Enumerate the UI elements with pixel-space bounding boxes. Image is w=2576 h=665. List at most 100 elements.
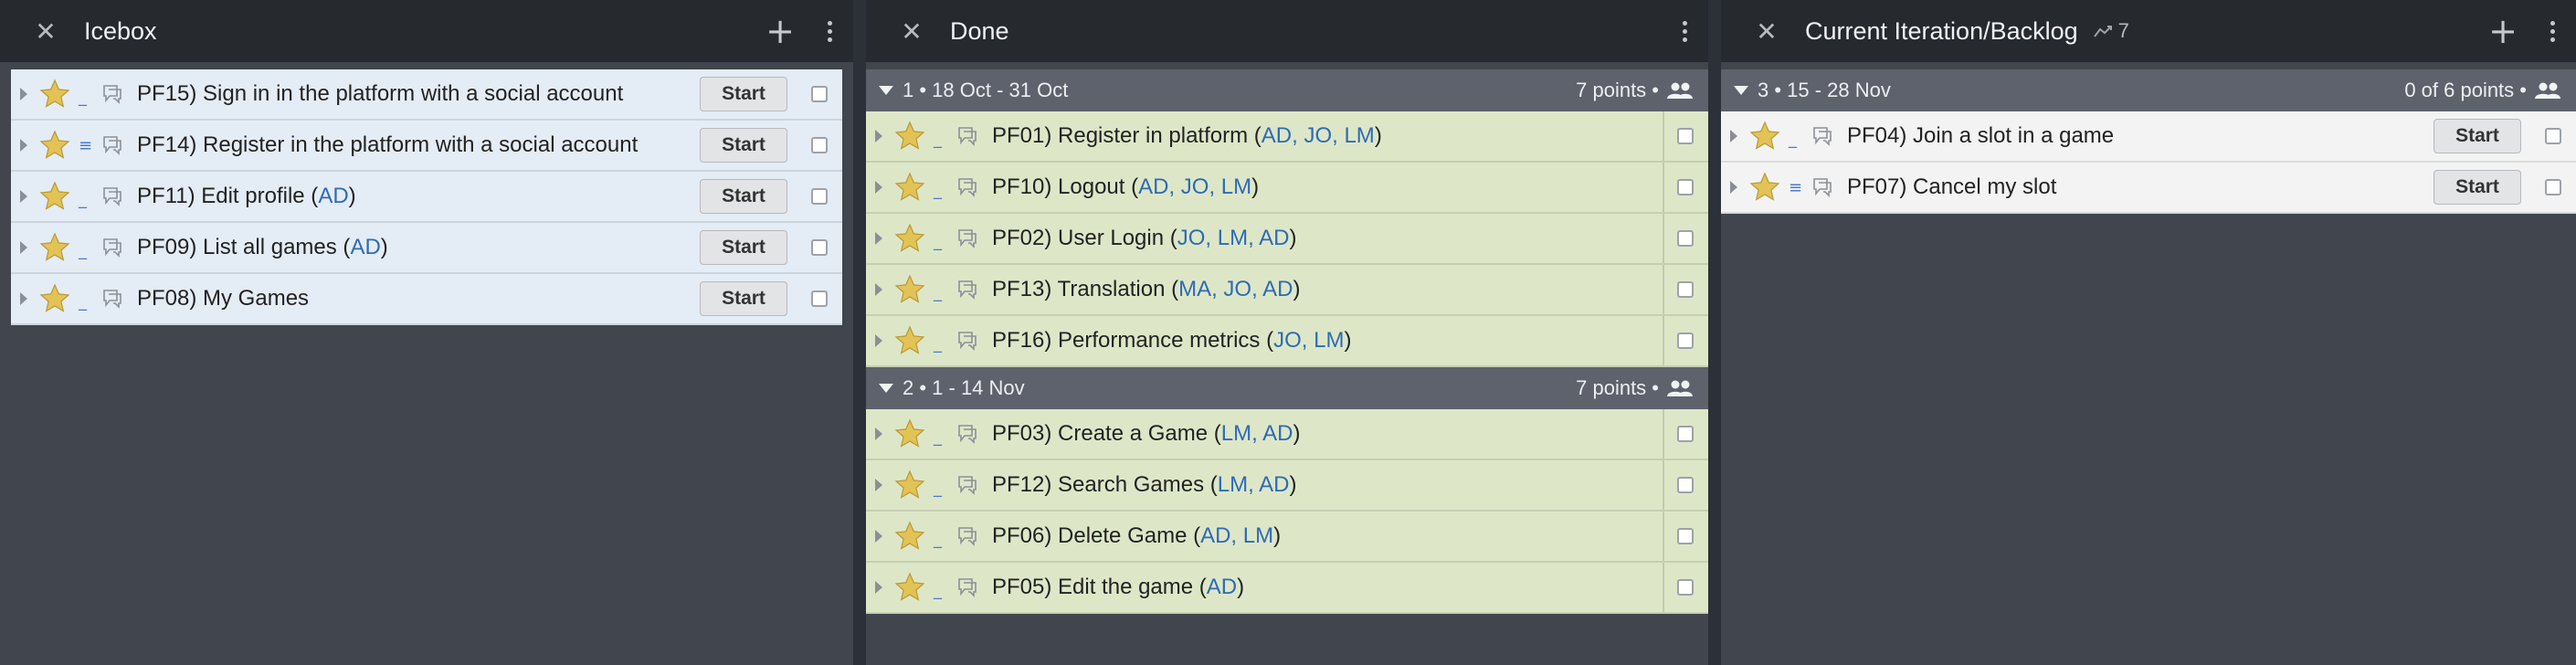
story-title[interactable]: PF10) Logout (AD, JO, LM)	[992, 174, 1259, 200]
estimate-lines-icon[interactable]: ≡	[79, 136, 92, 155]
star-icon[interactable]	[893, 417, 926, 450]
select-checkbox[interactable]	[1677, 579, 1694, 596]
select-checkbox[interactable]	[811, 290, 828, 307]
iteration-header[interactable]: 1 • 18 Oct - 31 Oct 7 points •	[866, 69, 1708, 111]
estimate-none-icon[interactable]: _	[934, 334, 946, 354]
story-row[interactable]: _ PF13) Translation (MA, JO, AD)	[866, 265, 1708, 316]
story-row[interactable]: _ PF01) Register in platform (AD, JO, LM)	[866, 111, 1708, 163]
expand-arrow-icon[interactable]	[875, 428, 882, 440]
people-icon[interactable]	[2534, 81, 2561, 100]
story-title[interactable]: PF14) Register in the platform with a so…	[137, 132, 638, 158]
star-icon[interactable]	[1748, 120, 1781, 153]
close-icon[interactable]: ✕	[886, 16, 937, 47]
story-title[interactable]: PF12) Search Games (LM, AD)	[992, 472, 1296, 498]
story-title[interactable]: PF16) Performance metrics (JO, LM)	[992, 328, 1351, 354]
expand-arrow-icon[interactable]	[1730, 181, 1737, 194]
start-button[interactable]: Start	[700, 77, 787, 111]
star-icon[interactable]	[893, 171, 926, 204]
expand-arrow-icon[interactable]	[20, 88, 27, 100]
star-icon[interactable]	[38, 180, 71, 213]
select-checkbox[interactable]	[2545, 179, 2561, 195]
star-icon[interactable]	[38, 231, 71, 264]
select-checkbox[interactable]	[811, 86, 828, 102]
story-row[interactable]: _ PF03) Create a Game (LM, AD)	[866, 409, 1708, 460]
story-title[interactable]: PF01) Register in platform (AD, JO, LM)	[992, 123, 1382, 149]
story-row[interactable]: _ PF10) Logout (AD, JO, LM)	[866, 163, 1708, 214]
star-icon[interactable]	[893, 324, 926, 357]
story-row[interactable]: _ PF02) User Login (JO, LM, AD)	[866, 214, 1708, 265]
story-row[interactable]: ≡ PF07) Cancel my slot Start	[1721, 163, 2576, 214]
story-title[interactable]: PF15) Sign in in the platform with a soc…	[137, 81, 623, 107]
star-icon[interactable]	[893, 273, 926, 306]
select-checkbox[interactable]	[811, 239, 828, 256]
people-icon[interactable]	[1666, 379, 1694, 397]
expand-arrow-icon[interactable]	[875, 530, 882, 543]
story-title[interactable]: PF13) Translation (MA, JO, AD)	[992, 277, 1300, 302]
expand-arrow-icon[interactable]	[20, 139, 27, 152]
story-title[interactable]: PF02) User Login (JO, LM, AD)	[992, 226, 1296, 251]
expand-arrow-icon[interactable]	[875, 581, 882, 594]
story-row[interactable]: _ PF05) Edit the game (AD)	[866, 563, 1708, 614]
collapse-caret-icon[interactable]	[879, 384, 893, 393]
estimate-none-icon[interactable]: _	[79, 190, 91, 209]
estimate-none-icon[interactable]: _	[934, 581, 946, 600]
close-icon[interactable]: ✕	[20, 16, 71, 47]
star-icon[interactable]	[38, 282, 71, 315]
expand-arrow-icon[interactable]	[875, 181, 882, 194]
estimate-none-icon[interactable]: _	[934, 428, 946, 447]
estimate-none-icon[interactable]: _	[934, 130, 946, 149]
estimate-none-icon[interactable]: _	[934, 232, 946, 251]
start-button[interactable]: Start	[2433, 170, 2521, 205]
story-row[interactable]: _ PF04) Join a slot in a game Start	[1721, 111, 2576, 163]
expand-arrow-icon[interactable]	[20, 190, 27, 203]
star-icon[interactable]	[893, 222, 926, 255]
expand-arrow-icon[interactable]	[875, 232, 882, 245]
expand-arrow-icon[interactable]	[875, 334, 882, 347]
star-icon[interactable]	[893, 571, 926, 604]
start-button[interactable]: Start	[700, 128, 787, 163]
select-checkbox[interactable]	[1677, 477, 1694, 493]
story-row[interactable]: ≡ PF14) Register in the platform with a s…	[11, 121, 842, 172]
story-row[interactable]: _ PF16) Performance metrics (JO, LM)	[866, 316, 1708, 367]
add-story-button[interactable]: +	[2488, 14, 2518, 48]
start-button[interactable]: Start	[2433, 119, 2521, 153]
story-title[interactable]: PF11) Edit profile (AD)	[137, 184, 356, 209]
story-row[interactable]: _ PF08) My Games Start	[11, 274, 842, 325]
estimate-none-icon[interactable]: _	[79, 241, 91, 260]
star-icon[interactable]	[893, 469, 926, 501]
story-row[interactable]: _ PF11) Edit profile (AD) Start	[11, 172, 842, 223]
star-icon[interactable]	[893, 520, 926, 553]
kebab-menu-icon[interactable]	[1681, 20, 1688, 42]
estimate-none-icon[interactable]: _	[934, 530, 946, 549]
story-owners[interactable]: JO, LM	[1273, 328, 1344, 353]
select-checkbox[interactable]	[2545, 128, 2561, 144]
star-icon[interactable]	[893, 120, 926, 153]
story-title[interactable]: PF09) List all games (AD)	[137, 235, 388, 260]
story-owners[interactable]: AD	[1207, 575, 1237, 599]
estimate-none-icon[interactable]: _	[934, 283, 946, 302]
select-checkbox[interactable]	[811, 137, 828, 153]
select-checkbox[interactable]	[1677, 281, 1694, 298]
select-checkbox[interactable]	[1677, 528, 1694, 544]
story-title[interactable]: PF04) Join a slot in a game	[1847, 123, 2114, 149]
story-title[interactable]: PF03) Create a Game (LM, AD)	[992, 421, 1300, 447]
collapse-caret-icon[interactable]	[1734, 86, 1748, 95]
estimate-none-icon[interactable]: _	[79, 292, 91, 311]
select-checkbox[interactable]	[1677, 179, 1694, 195]
people-icon[interactable]	[1666, 81, 1694, 100]
expand-arrow-icon[interactable]	[1730, 130, 1737, 142]
add-story-button[interactable]: +	[765, 14, 795, 48]
select-checkbox[interactable]	[1677, 426, 1694, 442]
star-icon[interactable]	[1748, 171, 1781, 204]
close-icon[interactable]: ✕	[1741, 16, 1792, 47]
estimate-none-icon[interactable]: _	[1789, 130, 1801, 149]
kebab-menu-icon[interactable]	[2549, 20, 2556, 42]
story-owners[interactable]: AD, JO, LM	[1262, 123, 1375, 148]
select-checkbox[interactable]	[811, 188, 828, 205]
expand-arrow-icon[interactable]	[875, 479, 882, 491]
story-title[interactable]: PF08) My Games	[137, 286, 309, 311]
estimate-none-icon[interactable]: _	[934, 479, 946, 498]
start-button[interactable]: Start	[700, 230, 787, 265]
select-checkbox[interactable]	[1677, 332, 1694, 349]
story-owners[interactable]: LM, AD	[1221, 421, 1293, 446]
